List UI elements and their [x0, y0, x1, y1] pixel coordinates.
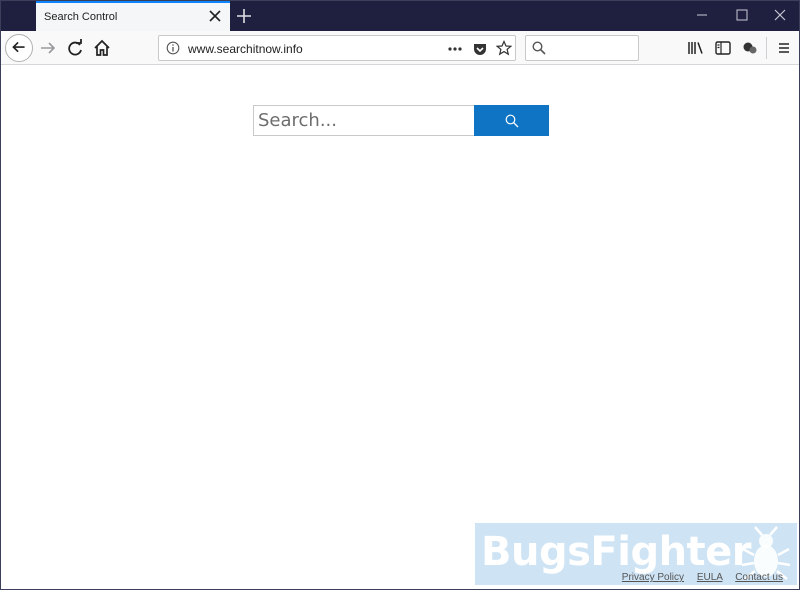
library-icon[interactable] — [685, 37, 707, 59]
search-form — [253, 105, 549, 136]
footer-links: Privacy Policy EULA Contact us — [612, 572, 783, 583]
close-window-icon[interactable] — [772, 7, 788, 23]
bookmark-star-icon[interactable] — [496, 40, 512, 56]
privacy-policy-link[interactable]: Privacy Policy — [622, 572, 684, 583]
search-button[interactable] — [474, 105, 549, 136]
new-tab-icon[interactable] — [235, 7, 253, 25]
sidebar-icon[interactable] — [712, 37, 734, 59]
maximize-icon[interactable] — [734, 7, 750, 23]
browser-search-bar[interactable] — [525, 35, 639, 61]
search-input[interactable] — [253, 105, 475, 136]
tab-strip: Search Control — [1, 1, 799, 31]
toolbar-divider — [766, 37, 767, 59]
close-tab-icon[interactable] — [208, 8, 222, 24]
eula-link[interactable]: EULA — [697, 572, 723, 583]
navigation-bar: www.searchitnow.info — [1, 31, 799, 65]
back-button[interactable] — [5, 34, 33, 62]
watermark-text: BugsFighter — [481, 529, 752, 575]
search-icon — [532, 41, 546, 55]
forward-arrow-icon[interactable] — [37, 37, 59, 59]
home-icon[interactable] — [91, 37, 113, 59]
minimize-icon[interactable] — [694, 7, 710, 23]
pocket-icon[interactable] — [472, 41, 488, 57]
page-actions-icon[interactable] — [447, 42, 463, 56]
menu-icon[interactable] — [773, 37, 795, 59]
extension-icon[interactable] — [739, 37, 761, 59]
reload-icon[interactable] — [64, 37, 86, 59]
info-icon[interactable] — [166, 41, 180, 55]
browser-window: Search Control www.searchitnow.info Sear… — [0, 0, 800, 590]
search-icon — [505, 114, 518, 127]
url-text[interactable]: www.searchitnow.info — [188, 42, 303, 56]
url-bar[interactable]: www.searchitnow.info — [158, 35, 516, 61]
contact-us-link[interactable]: Contact us — [735, 572, 783, 583]
tab-search-control[interactable]: Search Control — [36, 1, 230, 31]
tab-title: Search Control — [44, 11, 118, 23]
back-arrow-icon — [12, 41, 25, 53]
page-content: BugsFighter Privacy Policy EULA Contact … — [1, 66, 799, 589]
